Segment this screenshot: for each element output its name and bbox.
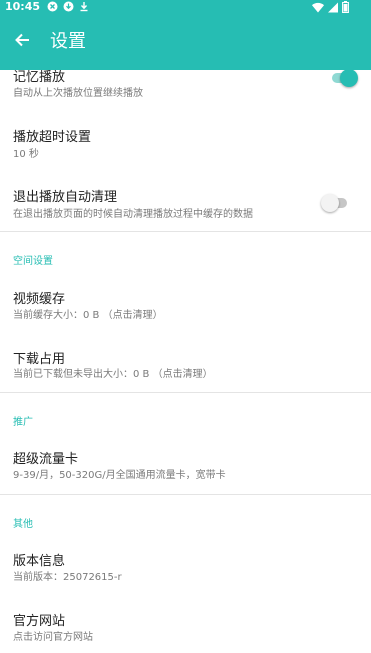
setting-subtitle: 当前已下载但未导出大小：0 B （点击清理） [13, 369, 213, 380]
setting-version-info[interactable]: 版本信息 当前版本：25072615-r [0, 538, 371, 594]
setting-title: 视频缓存 [13, 292, 66, 307]
notification-icon [47, 1, 58, 12]
auto-clean-toggle[interactable] [321, 194, 349, 212]
status-bar: 10:45 [0, 0, 371, 14]
arrow-left-icon [14, 32, 30, 52]
section-header-storage: 空间设置 [13, 256, 53, 267]
toggle-thumb [321, 194, 339, 212]
setting-super-data-card[interactable]: 超级流量卡 9-39/月，50-320G/月全国通用流量卡，宽带卡 [0, 436, 371, 492]
toggle-thumb [340, 70, 358, 87]
setting-title: 记忆播放 [13, 70, 66, 85]
download-arrow-icon [79, 1, 89, 12]
setting-subtitle: 在退出播放页面的时候自动清理播放过程中缓存的数据 [13, 209, 253, 220]
page-title: 设置 [50, 31, 86, 52]
setting-title: 退出播放自动清理 [13, 190, 118, 205]
divider [0, 231, 371, 232]
setting-subtitle: 自动从上次播放位置继续播放 [13, 88, 143, 99]
battery-icon [342, 1, 349, 13]
divider [0, 494, 371, 495]
back-button[interactable] [6, 28, 38, 56]
setting-title: 版本信息 [13, 554, 66, 569]
wifi-icon [312, 2, 324, 13]
setting-download-usage[interactable]: 下载占用 当前已下载但未导出大小：0 B （点击清理） [0, 336, 371, 390]
status-time: 10:45 [5, 0, 41, 13]
setting-subtitle: 点击访问官方网站 [13, 632, 93, 643]
download-icon [63, 1, 74, 12]
section-header-other: 其他 [13, 519, 33, 530]
section-header-promo: 推广 [13, 417, 33, 428]
setting-official-website[interactable]: 官方网站 点击访问官方网站 [0, 600, 371, 653]
settings-list: 记忆播放 自动从上次播放位置继续播放 播放超时设置 10 秒 退出播放自动清理 … [0, 70, 371, 653]
setting-subtitle: 当前缓存大小：0 B （点击清理） [13, 310, 163, 321]
setting-subtitle: 当前版本：25072615-r [13, 572, 122, 583]
setting-video-cache[interactable]: 视频缓存 当前缓存大小：0 B （点击清理） [0, 276, 371, 330]
setting-title: 播放超时设置 [13, 130, 92, 145]
setting-subtitle: 9-39/月，50-320G/月全国通用流量卡，宽带卡 [13, 470, 226, 481]
setting-title: 超级流量卡 [13, 452, 79, 467]
resume-playback-toggle[interactable] [330, 70, 358, 87]
setting-auto-clean-on-exit[interactable]: 退出播放自动清理 在退出播放页面的时候自动清理播放过程中缓存的数据 [0, 172, 371, 230]
setting-playback-timeout[interactable]: 播放超时设置 10 秒 [0, 112, 371, 164]
setting-subtitle: 10 秒 [13, 149, 39, 160]
status-left-icons [47, 1, 89, 12]
status-right-icons [312, 1, 349, 13]
setting-resume-playback[interactable]: 记忆播放 自动从上次播放位置继续播放 [0, 70, 371, 102]
app-bar: 设置 [0, 14, 371, 70]
setting-title: 官方网站 [13, 614, 66, 629]
cellular-signal-icon [328, 2, 338, 13]
divider [0, 392, 371, 393]
